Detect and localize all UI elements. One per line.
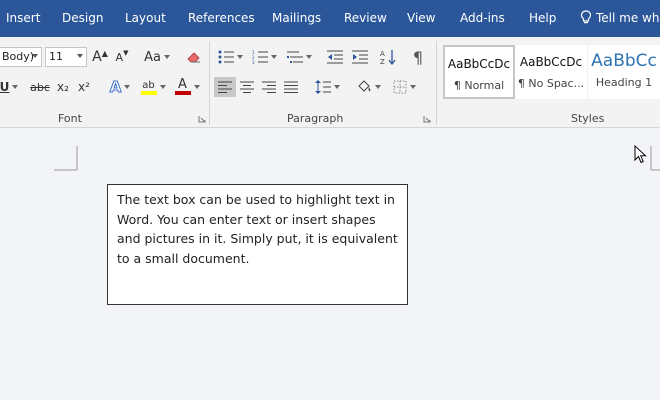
- tab-insert[interactable]: Insert: [6, 11, 40, 25]
- font-size-value: 11: [49, 50, 63, 63]
- eraser-icon: [187, 52, 200, 63]
- tab-references[interactable]: References: [188, 11, 255, 25]
- decrease-indent-button[interactable]: [325, 47, 345, 67]
- text-box[interactable]: The text box can be used to highlight te…: [107, 184, 408, 305]
- pilcrow-icon: ¶: [412, 47, 424, 67]
- align-right-icon: [262, 81, 276, 93]
- numbered-list-icon: 123: [252, 50, 268, 64]
- tab-add-ins[interactable]: Add-ins: [460, 11, 505, 25]
- tab-help[interactable]: Help: [529, 11, 556, 25]
- increase-indent-icon: [352, 50, 368, 64]
- style-heading-1[interactable]: AaBbCc Heading 1: [588, 45, 660, 99]
- mouse-pointer-icon: [634, 145, 647, 164]
- tab-review[interactable]: Review: [344, 11, 387, 25]
- multilevel-list-icon: [286, 51, 303, 63]
- tell-me-search[interactable]: Tell me wha: [580, 10, 660, 25]
- bullet-list-icon: [218, 50, 234, 64]
- subscript-button[interactable]: x₂: [54, 77, 72, 97]
- borders-icon: [393, 80, 406, 94]
- subscript-icon: x₂: [57, 80, 69, 94]
- line-spacing-button[interactable]: [312, 77, 342, 97]
- bullets-button[interactable]: [216, 47, 244, 67]
- group-separator: [209, 41, 210, 125]
- text-effects-icon: A: [109, 78, 122, 97]
- shrink-font-icon: A: [115, 50, 124, 64]
- align-center-button[interactable]: [237, 77, 257, 97]
- font-group-label: Font: [58, 112, 82, 125]
- font-size-combo[interactable]: 11: [45, 47, 87, 67]
- show-formatting-button[interactable]: ¶: [408, 47, 428, 67]
- shrink-font-button[interactable]: A ▼: [114, 47, 130, 67]
- strikethrough-button[interactable]: abc: [29, 77, 51, 97]
- font-color-icon: A: [174, 78, 191, 95]
- tab-layout[interactable]: Layout: [125, 11, 166, 25]
- page-margin-corner-mark: [54, 146, 78, 171]
- font-name-combo[interactable]: Body): [0, 47, 42, 67]
- align-left-icon: [218, 81, 232, 93]
- shading-button[interactable]: [352, 77, 384, 97]
- justify-icon: [284, 81, 298, 93]
- chevron-down-icon[interactable]: [32, 54, 38, 58]
- grow-font-icon: A: [92, 49, 102, 65]
- style-preview: AaBbCcDc: [447, 57, 511, 71]
- underline-button[interactable]: U: [0, 77, 20, 97]
- group-separator: [436, 41, 437, 125]
- sort-az-icon: AZ: [380, 50, 396, 65]
- strikethrough-icon: abc: [30, 80, 50, 94]
- text-box-content[interactable]: The text box can be used to highlight te…: [117, 192, 398, 266]
- style-no-spacing[interactable]: AaBbCcDc ¶ No Spac...: [515, 45, 587, 99]
- tell-me-label: Tell me wha: [596, 10, 660, 25]
- tab-view[interactable]: View: [407, 11, 435, 25]
- highlight-button[interactable]: ab: [138, 77, 168, 97]
- align-center-icon: [240, 81, 254, 93]
- superscript-icon: x²: [78, 80, 90, 94]
- change-case-button[interactable]: Aa: [141, 47, 173, 67]
- paragraph-group-label: Paragraph: [287, 112, 344, 125]
- sort-button[interactable]: AZ: [378, 47, 398, 67]
- svg-text:3: 3: [252, 60, 255, 64]
- lightbulb-icon: [580, 10, 592, 24]
- align-left-button[interactable]: [214, 77, 236, 97]
- ribbon: Body) 11 A ▲ A ▼ Aa U abc x₂ x² A ab A F…: [0, 37, 660, 128]
- chevron-down-icon[interactable]: [77, 54, 83, 58]
- clear-formatting-button[interactable]: [184, 47, 204, 67]
- tab-design[interactable]: Design: [62, 11, 103, 25]
- underline-icon: U: [0, 80, 10, 94]
- grow-font-button[interactable]: A ▲: [92, 47, 108, 67]
- line-spacing-icon: [314, 80, 331, 94]
- paragraph-dialog-launcher-icon[interactable]: [423, 115, 431, 123]
- style-preview: AaBbCcDc: [519, 55, 583, 69]
- highlighter-icon: ab: [140, 80, 157, 95]
- style-name: Heading 1: [595, 76, 653, 89]
- style-preview: AaBbCc: [591, 51, 657, 71]
- numbering-button[interactable]: 123: [250, 47, 278, 67]
- ribbon-tab-bar: Insert Design Layout References Mailings…: [0, 0, 660, 37]
- svg-text:A: A: [380, 50, 385, 58]
- text-effects-button[interactable]: A: [106, 77, 134, 97]
- font-dialog-launcher-icon[interactable]: [198, 115, 206, 123]
- page-margin-corner-mark: [650, 146, 660, 171]
- borders-button[interactable]: [389, 77, 419, 97]
- increase-indent-button[interactable]: [350, 47, 370, 67]
- justify-button[interactable]: [281, 77, 301, 97]
- svg-text:Z: Z: [380, 58, 385, 65]
- style-normal[interactable]: AaBbCcDc ¶ Normal: [443, 45, 515, 99]
- multilevel-list-button[interactable]: [285, 47, 313, 67]
- style-name: ¶ Normal: [453, 79, 505, 92]
- font-color-button[interactable]: A: [172, 77, 202, 97]
- align-right-button[interactable]: [259, 77, 279, 97]
- decrease-indent-icon: [327, 50, 343, 64]
- superscript-button[interactable]: x²: [75, 77, 93, 97]
- tab-mailings[interactable]: Mailings: [272, 11, 321, 25]
- change-case-icon: Aa: [144, 49, 161, 65]
- style-name: ¶ No Spac...: [517, 77, 585, 90]
- paint-bucket-icon: [357, 80, 370, 92]
- styles-group-label: Styles: [571, 112, 605, 125]
- font-name-value: Body): [2, 50, 35, 63]
